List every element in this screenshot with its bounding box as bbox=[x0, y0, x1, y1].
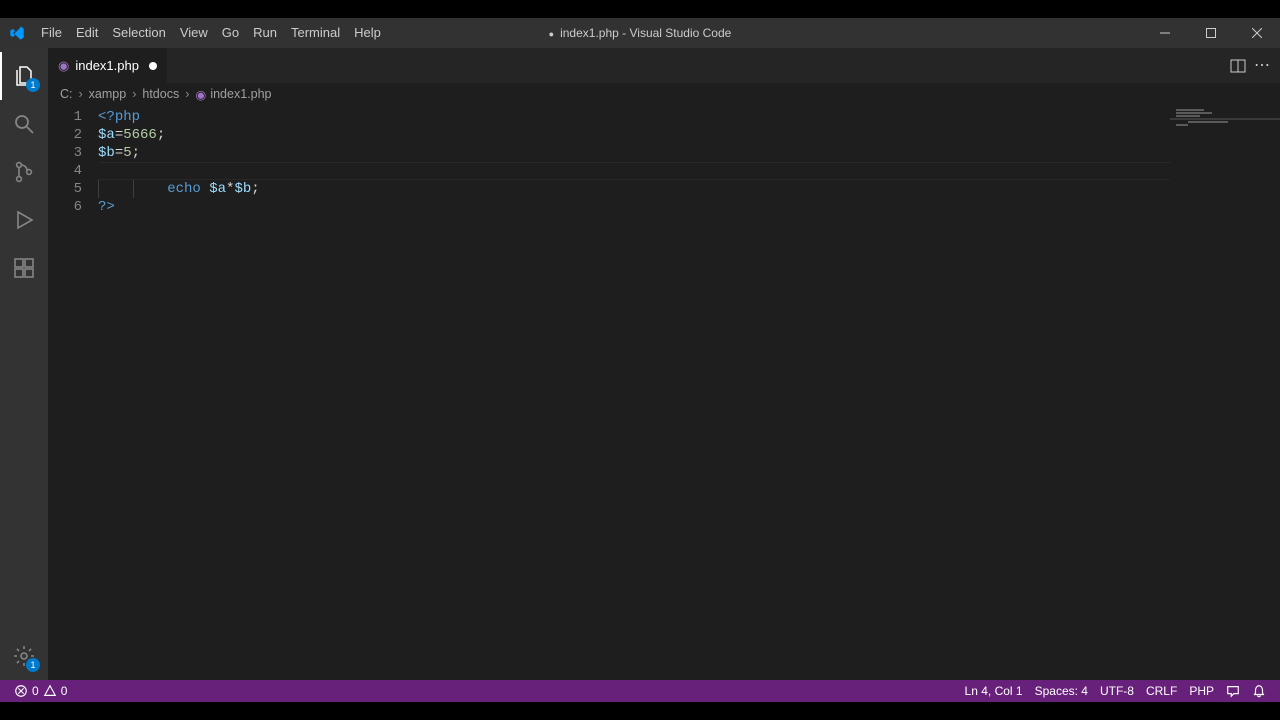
line-number: 5 bbox=[48, 180, 82, 198]
extensions-icon bbox=[12, 256, 36, 280]
debug-icon bbox=[12, 208, 36, 232]
status-feedback[interactable] bbox=[1220, 684, 1246, 698]
app-window: File Edit Selection View Go Run Terminal… bbox=[0, 18, 1280, 702]
status-problems[interactable]: 0 0 bbox=[8, 680, 73, 702]
code-line[interactable]: ?> bbox=[98, 198, 1280, 216]
line-number-gutter: 123456 bbox=[48, 105, 98, 680]
split-editor-icon[interactable] bbox=[1230, 58, 1246, 74]
more-actions-icon[interactable]: ⋯ bbox=[1254, 58, 1270, 74]
status-indentation[interactable]: Spaces: 4 bbox=[1029, 684, 1094, 698]
breadcrumb-segment[interactable]: xampp bbox=[89, 87, 127, 101]
manage-badge: 1 bbox=[26, 658, 40, 672]
menu-help[interactable]: Help bbox=[347, 18, 388, 48]
feedback-icon bbox=[1226, 684, 1240, 698]
menu-terminal[interactable]: Terminal bbox=[284, 18, 347, 48]
status-warning-count: 0 bbox=[61, 684, 68, 698]
minimap[interactable] bbox=[1170, 105, 1280, 680]
activity-bar: 1 1 bbox=[0, 48, 48, 680]
line-number: 3 bbox=[48, 144, 82, 162]
titlebar: File Edit Selection View Go Run Terminal… bbox=[0, 18, 1280, 48]
menu-view[interactable]: View bbox=[173, 18, 215, 48]
editor-group: ◉ index1.php ⋯ C: › xampp › htdocs › bbox=[48, 48, 1280, 680]
menu-go[interactable]: Go bbox=[215, 18, 246, 48]
menu-run[interactable]: Run bbox=[246, 18, 284, 48]
activity-run-debug[interactable] bbox=[0, 196, 48, 244]
breadcrumb-file[interactable]: index1.php bbox=[210, 87, 271, 101]
code-line[interactable]: echo $a*$b; bbox=[98, 180, 1280, 198]
editor[interactable]: 123456 <?php$a=5666;$b=5; echo $a*$b;?> bbox=[48, 105, 1280, 680]
activity-search[interactable] bbox=[0, 100, 48, 148]
line-number: 4 bbox=[48, 162, 82, 180]
status-cursor-position[interactable]: Ln 4, Col 1 bbox=[959, 684, 1029, 698]
menu-selection[interactable]: Selection bbox=[105, 18, 172, 48]
breadcrumb[interactable]: C: › xampp › htdocs › ◉ index1.php bbox=[48, 83, 1280, 105]
code-line[interactable]: $b=5; bbox=[98, 144, 1280, 162]
activity-extensions[interactable] bbox=[0, 244, 48, 292]
menubar: File Edit Selection View Go Run Terminal… bbox=[34, 18, 388, 48]
warning-icon bbox=[43, 684, 57, 698]
bell-icon bbox=[1252, 684, 1266, 698]
menu-edit[interactable]: Edit bbox=[69, 18, 105, 48]
status-bar: 0 0 Ln 4, Col 1 Spaces: 4 UTF-8 CRLF PHP bbox=[0, 680, 1280, 702]
line-number: 1 bbox=[48, 108, 82, 126]
code-area[interactable]: <?php$a=5666;$b=5; echo $a*$b;?> bbox=[98, 105, 1280, 680]
window-minimize-button[interactable] bbox=[1142, 18, 1188, 48]
activity-explorer[interactable]: 1 bbox=[0, 52, 48, 100]
php-file-icon: ◉ bbox=[195, 87, 206, 102]
chevron-right-icon: › bbox=[79, 87, 83, 101]
tab-label: index1.php bbox=[75, 58, 139, 73]
vscode-logo-icon bbox=[0, 25, 34, 41]
tab-bar: ◉ index1.php ⋯ bbox=[48, 48, 1280, 83]
status-notifications[interactable] bbox=[1246, 684, 1272, 698]
php-file-icon: ◉ bbox=[58, 58, 69, 74]
code-line[interactable] bbox=[98, 162, 1280, 180]
line-number: 2 bbox=[48, 126, 82, 144]
code-line[interactable]: <?php bbox=[98, 108, 1280, 126]
tab-modified-indicator bbox=[149, 62, 157, 70]
activity-source-control[interactable] bbox=[0, 148, 48, 196]
status-eol[interactable]: CRLF bbox=[1140, 684, 1183, 698]
window-close-button[interactable] bbox=[1234, 18, 1280, 48]
activity-manage[interactable]: 1 bbox=[0, 632, 48, 680]
status-language[interactable]: PHP bbox=[1183, 684, 1220, 698]
code-line[interactable]: $a=5666; bbox=[98, 126, 1280, 144]
breadcrumb-segment[interactable]: htdocs bbox=[142, 87, 179, 101]
line-number: 6 bbox=[48, 198, 82, 216]
menu-file[interactable]: File bbox=[34, 18, 69, 48]
explorer-badge: 1 bbox=[26, 78, 40, 92]
tab-index1-php[interactable]: ◉ index1.php bbox=[48, 48, 168, 83]
window-maximize-button[interactable] bbox=[1188, 18, 1234, 48]
breadcrumb-segment[interactable]: C: bbox=[60, 87, 73, 101]
error-icon bbox=[14, 684, 28, 698]
search-icon bbox=[12, 112, 36, 136]
chevron-right-icon: › bbox=[132, 87, 136, 101]
status-error-count: 0 bbox=[32, 684, 39, 698]
status-encoding[interactable]: UTF-8 bbox=[1094, 684, 1140, 698]
source-control-icon bbox=[12, 160, 36, 184]
chevron-right-icon: › bbox=[185, 87, 189, 101]
